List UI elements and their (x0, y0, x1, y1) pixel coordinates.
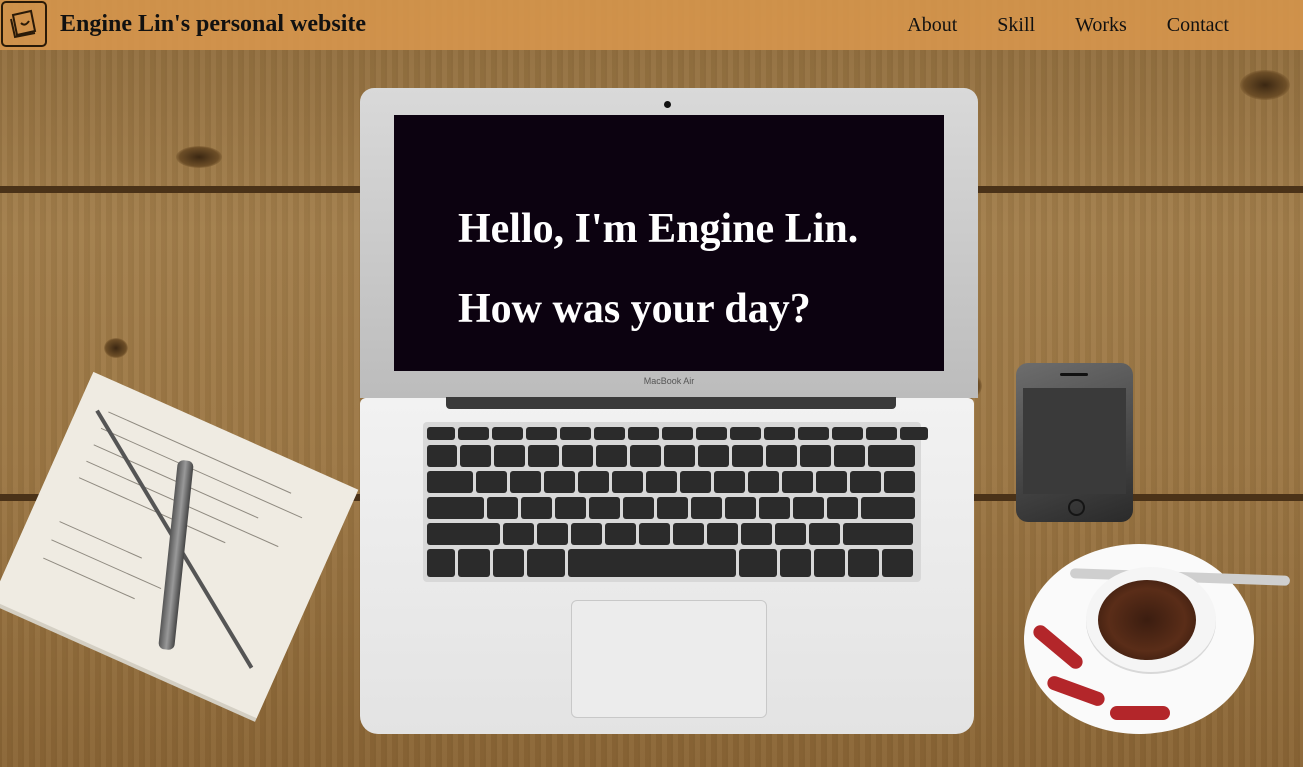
laptop-lid: Hello, I'm Engine Lin. How was your day?… (360, 88, 978, 398)
nav-link-works[interactable]: Works (1075, 14, 1127, 37)
trackpad (571, 600, 767, 718)
nav-link-about[interactable]: About (907, 14, 957, 37)
laptop-base (360, 398, 974, 734)
wood-knot (104, 338, 128, 358)
phone-home-button (1068, 499, 1085, 516)
coffee-illustration (1098, 580, 1196, 660)
site-title[interactable]: Engine Lin's personal website (60, 11, 366, 38)
keyboard-illustration (423, 422, 928, 582)
nav-link-contact[interactable]: Contact (1167, 14, 1229, 37)
hero-greeting: Hello, I'm Engine Lin. (458, 206, 859, 252)
wood-knot (176, 146, 222, 168)
navbar: Engine Lin's personal website About Skil… (0, 0, 1303, 50)
notebook-logo-icon[interactable] (1, 1, 47, 47)
wood-knot (1240, 70, 1290, 100)
laptop-screen: Hello, I'm Engine Lin. How was your day? (394, 115, 944, 371)
laptop-hinge (446, 397, 896, 409)
nav-link-skill[interactable]: Skill (997, 14, 1035, 37)
laptop-brand-label: MacBook Air (643, 376, 695, 386)
hero-question: How was your day? (458, 286, 811, 332)
phone-screen (1023, 388, 1126, 494)
camera-icon (664, 101, 671, 108)
phone-illustration (1016, 363, 1133, 522)
notebook-logo-icon (10, 9, 37, 39)
nav-links: About Skill Works Contact (907, 0, 1303, 50)
